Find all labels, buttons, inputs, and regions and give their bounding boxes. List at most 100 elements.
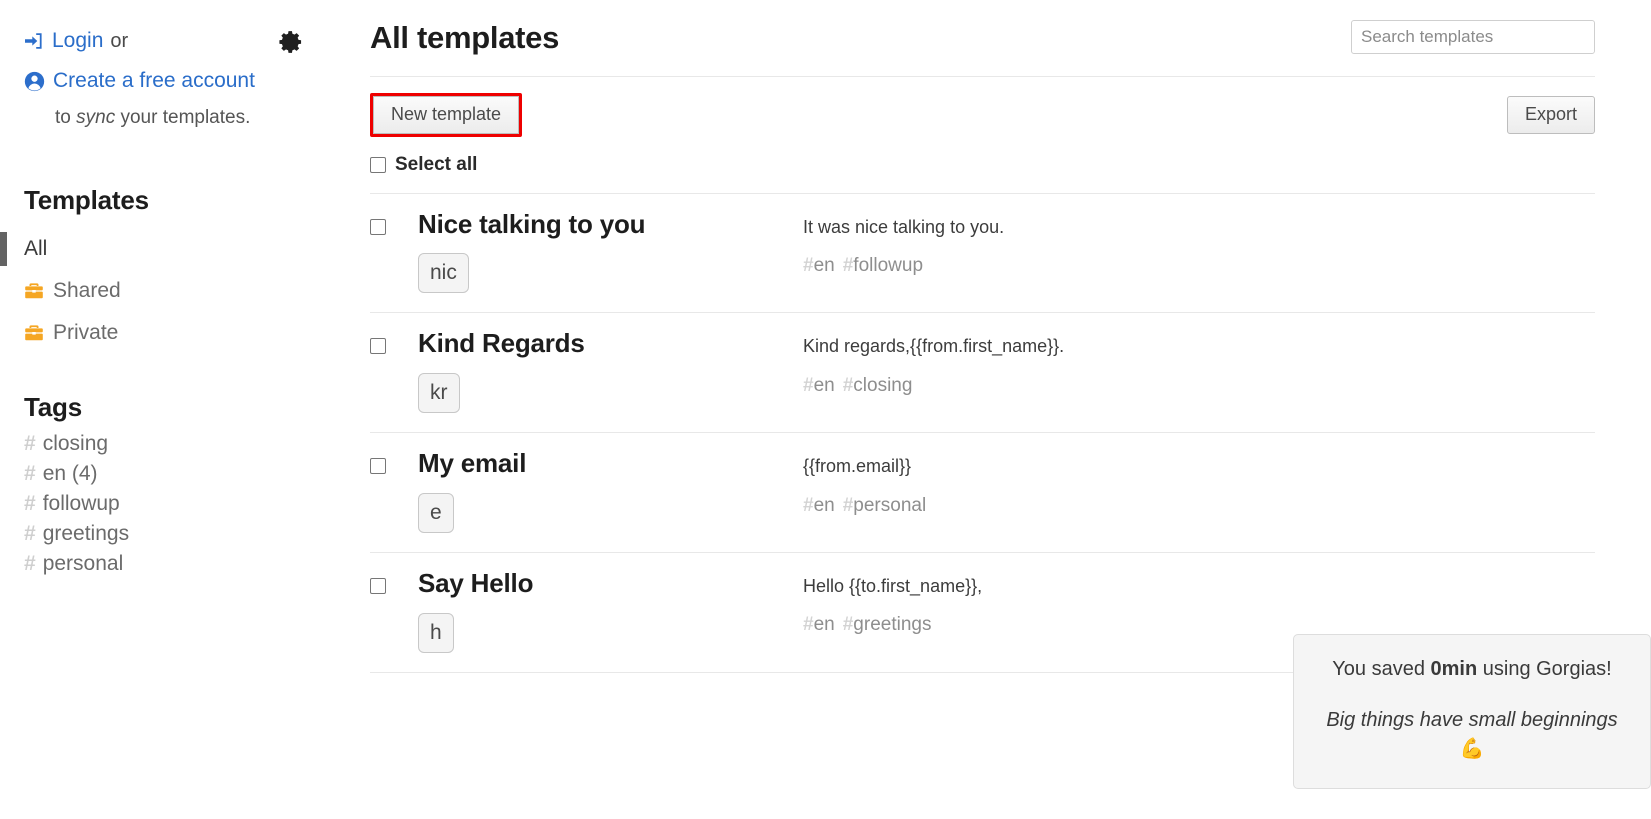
shortcut-badge[interactable]: kr <box>418 373 460 414</box>
hash-icon: # <box>842 254 854 276</box>
sidebar-item-shared[interactable]: Shared <box>0 270 352 312</box>
tag-label: greetings <box>42 521 130 545</box>
template-tags: #en #personal <box>803 495 1595 517</box>
action-row: New template Export <box>362 93 1595 137</box>
sidebar-item-shared-label: Shared <box>53 278 121 302</box>
toast-suffix: using Gorgias! <box>1477 658 1612 680</box>
sync-emphasis: sync <box>76 106 116 128</box>
sidebar-item-all[interactable]: All <box>0 228 352 270</box>
sign-in-icon <box>24 31 44 51</box>
shortcut-badge[interactable]: e <box>418 493 454 534</box>
briefcase-icon <box>24 281 44 301</box>
row-checkbox-cell <box>370 449 418 475</box>
gear-icon[interactable] <box>278 29 304 55</box>
tags-heading: Tags <box>24 391 82 422</box>
create-account-link[interactable]: Create a free account <box>53 66 255 96</box>
row-left: Say Hello h <box>418 568 803 654</box>
shortcut-badge[interactable]: h <box>418 613 454 654</box>
toast-tagline: Big things have small beginnings <box>1326 709 1618 731</box>
template-tags: #en #followup <box>803 255 1595 277</box>
hash-icon: # <box>24 431 36 455</box>
select-all-checkbox[interactable] <box>370 156 386 173</box>
template-list: Nice talking to you nic It was nice talk… <box>362 192 1595 674</box>
template-tag[interactable]: #en <box>803 495 835 516</box>
select-all-row: Select all <box>362 154 1595 176</box>
tag-label: closing <box>42 431 109 455</box>
template-body: {{from.email}} <box>803 456 912 477</box>
new-template-button[interactable]: New template <box>373 96 520 134</box>
template-tag[interactable]: #en <box>803 614 835 635</box>
template-name[interactable]: Say Hello <box>418 568 803 599</box>
page-title: All templates <box>370 20 560 55</box>
toast-prefix: You saved <box>1332 658 1431 680</box>
hash-icon: # <box>24 521 36 545</box>
tag-item-greetings[interactable]: # greetings <box>0 519 352 549</box>
search-input[interactable] <box>1351 20 1595 54</box>
row-checkbox-cell <box>370 569 418 595</box>
main-header: All templates <box>362 0 1595 56</box>
hash-icon: # <box>842 614 854 636</box>
template-tag-label: greetings <box>853 614 932 636</box>
template-body: Kind regards,{{from.first_name}}. <box>803 336 1065 357</box>
table-row[interactable]: Kind Regards kr Kind regards,{{from.firs… <box>370 312 1595 432</box>
template-name[interactable]: Nice talking to you <box>418 209 803 240</box>
account-block: Login or Create a free account to sync y… <box>0 0 352 129</box>
row-checkbox[interactable] <box>370 218 386 235</box>
new-template-highlight: New template <box>370 93 523 137</box>
template-tag[interactable]: #closing <box>843 375 913 396</box>
template-tag-label: en <box>813 494 835 516</box>
row-checkbox[interactable] <box>370 458 386 475</box>
tag-label: en (4) <box>42 461 98 485</box>
template-tag[interactable]: #en <box>803 255 835 276</box>
hash-icon: # <box>803 494 814 516</box>
create-account-row: Create a free account <box>24 66 328 96</box>
table-row[interactable]: Nice talking to you nic It was nice talk… <box>370 192 1595 313</box>
sidebar: Login or Create a free account to sync y… <box>0 0 352 819</box>
row-right: Hello {{to.first_name}}, #en #greetings <box>803 569 1595 636</box>
template-tag-label: en <box>813 254 835 276</box>
user-circle-icon <box>24 71 45 92</box>
tag-label: followup <box>42 491 120 515</box>
briefcase-icon <box>24 323 44 343</box>
template-tag-label: followup <box>853 254 924 276</box>
tag-item-closing[interactable]: # closing <box>0 429 352 459</box>
template-tag[interactable]: #personal <box>843 495 926 516</box>
table-row[interactable]: My email e {{from.email}} #en #personal <box>370 432 1595 552</box>
row-right: Kind regards,{{from.first_name}}. #en #cl… <box>803 329 1595 396</box>
sidebar-item-private[interactable]: Private <box>0 312 352 354</box>
sync-hint: to sync your templates. <box>24 107 328 129</box>
row-checkbox-cell <box>370 329 418 355</box>
login-or-label: or <box>110 29 129 52</box>
hash-icon: # <box>24 461 36 485</box>
row-left: Nice talking to you nic <box>418 209 803 294</box>
template-tag-label: en <box>813 614 835 636</box>
template-tag[interactable]: #greetings <box>843 614 932 635</box>
sync-suffix: your templates. <box>115 106 251 128</box>
shortcut-badge[interactable]: nic <box>418 253 469 294</box>
row-checkbox[interactable] <box>370 578 386 595</box>
template-tag[interactable]: #followup <box>843 255 923 276</box>
hash-icon: # <box>803 374 814 396</box>
flexed-biceps-icon: 💪 <box>1459 738 1485 760</box>
app-root: Login or Create a free account to sync y… <box>0 0 1651 819</box>
export-button[interactable]: Export <box>1506 96 1595 134</box>
template-body: It was nice talking to you. <box>803 216 1005 237</box>
row-right: {{from.email}} #en #personal <box>803 449 1595 516</box>
row-checkbox[interactable] <box>370 338 386 355</box>
toast-line-2: Big things have small beginnings 💪 <box>1320 706 1624 764</box>
template-body: Hello {{to.first_name}}, <box>803 576 983 597</box>
row-left: Kind Regards kr <box>418 329 803 414</box>
tag-item-personal[interactable]: # personal <box>0 549 352 579</box>
login-link[interactable]: Login <box>52 26 103 56</box>
tag-item-en[interactable]: # en (4) <box>0 459 352 489</box>
template-tag-label: en <box>813 374 835 396</box>
hash-icon: # <box>24 551 36 575</box>
hash-icon: # <box>24 491 36 515</box>
template-name[interactable]: Kind Regards <box>418 329 803 359</box>
template-tag[interactable]: #en <box>803 375 835 396</box>
tag-item-followup[interactable]: # followup <box>0 489 352 519</box>
main-content: All templates New template Export Select… <box>352 0 1651 819</box>
template-name[interactable]: My email <box>418 448 803 479</box>
row-left: My email e <box>418 448 803 534</box>
hash-icon: # <box>842 374 854 396</box>
